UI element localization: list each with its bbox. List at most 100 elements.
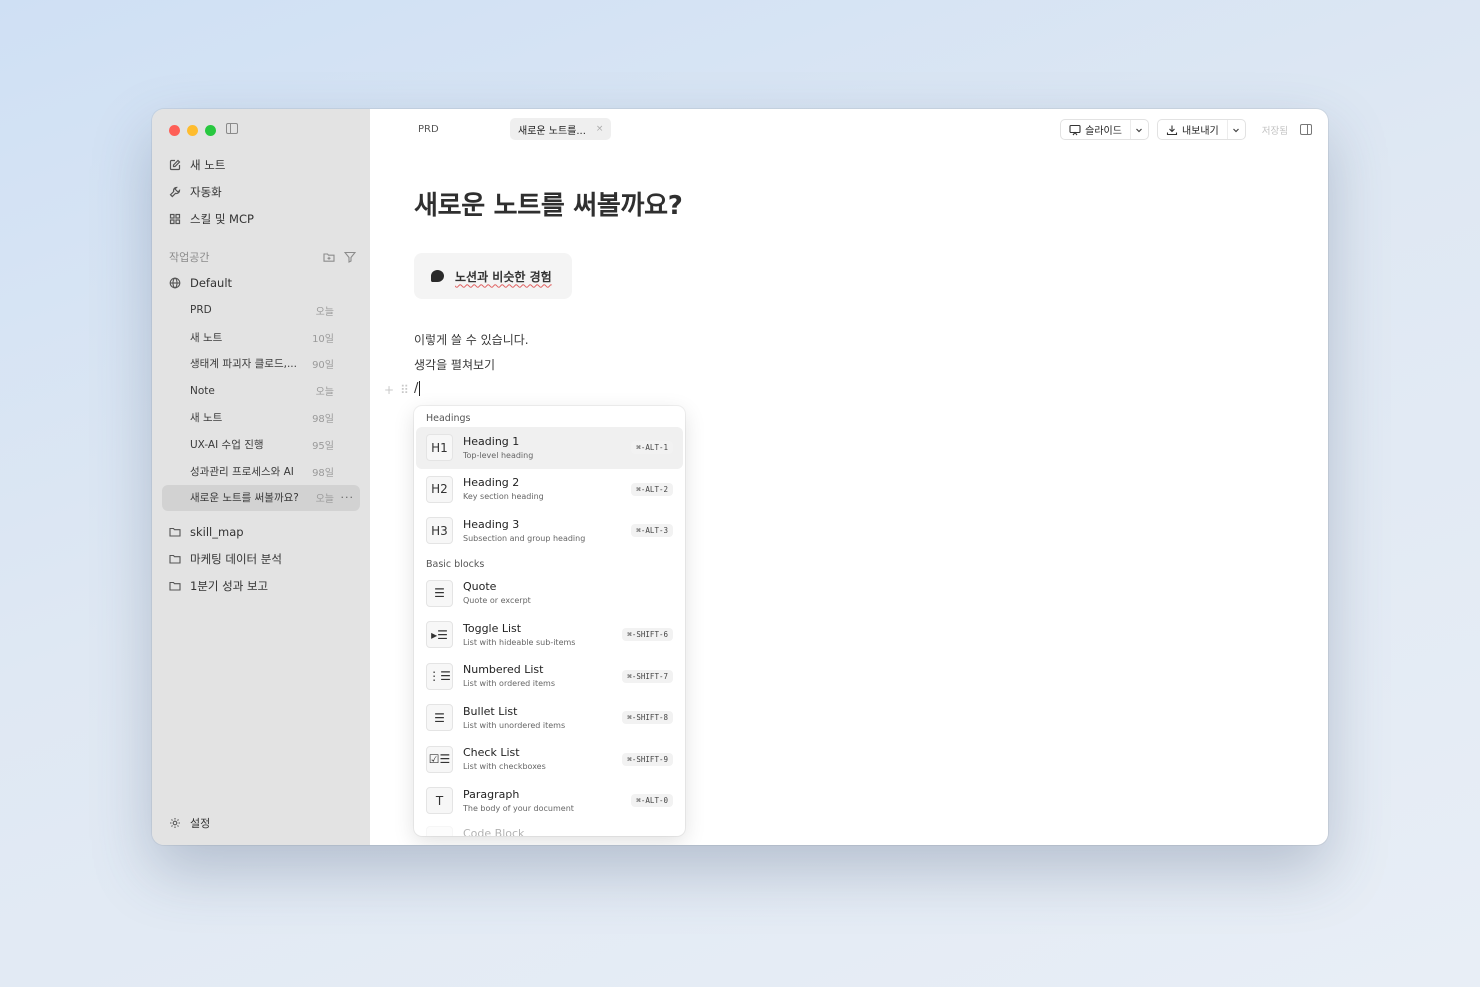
slide-dropdown-chevron-icon[interactable] [1129,120,1148,139]
menu-item-subtitle: Key section heading [463,492,544,502]
doc-title: PRD [190,304,212,317]
tab-bar: PRD 새로운 노트를... × [410,118,612,140]
download-icon [1166,124,1178,136]
menu-item-title: Bullet List [463,704,518,718]
doc-item[interactable]: 새 노트 98일 [162,404,360,431]
drag-handle-icon[interactable]: ⠿ [400,383,409,397]
menu-item-subtitle: Top-level heading [463,450,534,460]
slide-button[interactable]: 슬라이드 [1061,120,1130,139]
menu-item-bullet-list[interactable]: ☰ Bullet List List with unordered items ⌘… [416,697,683,739]
editor-area: PRD 새로운 노트를... × 슬라이드 내보내기 저장됨 새로운 노트를 써… [370,109,1328,845]
add-block-icon[interactable]: + [384,383,394,397]
folder-icon [169,526,181,538]
window-controls [169,125,216,136]
menu-item-check-list[interactable]: ☑☰ Check List List with checkboxes ⌘-SHIF… [416,739,683,781]
workspace-default[interactable]: Default [162,270,360,297]
folder-label: skill_map [190,525,244,540]
menu-item-subtitle: List with hideable sub-items [463,637,576,647]
sidebar-toggle-icon[interactable] [226,123,238,134]
callout-block[interactable]: 노션과 비슷한 경험 [414,253,572,299]
export-button[interactable]: 내보내기 [1158,120,1227,139]
menu-item-title: Heading 2 [463,476,520,490]
sidebar-item-automation[interactable]: 자동화 [162,179,360,206]
slide-button-group: 슬라이드 [1060,119,1149,140]
close-tab-icon[interactable]: × [596,124,604,134]
menu-item-toggle-list[interactable]: ▸☰ Toggle List List with hideable sub-ite… [416,614,683,656]
sidebar-item-new-note[interactable]: 새 노트 [162,152,360,179]
sidebar-item-label: 자동화 [190,185,222,200]
menu-item-paragraph[interactable]: T Paragraph The body of your document ⌘-A… [416,780,683,822]
export-label: 내보내기 [1181,126,1219,137]
doc-item[interactable]: Note 오늘 [162,377,360,404]
numbered-list-icon: ⋮☰ [426,662,453,690]
sidebar: 새 노트 자동화 스킬 및 MCP 작업공간 Default PRD 오늘 새 … [152,109,370,845]
doc-item[interactable]: UX-AI 수업 진행 95일 [162,431,360,458]
bullet-list-icon: ☰ [426,704,453,732]
tab-current-note[interactable]: 새로운 노트를... × [510,118,612,140]
doc-title: 새 노트 [190,331,223,344]
menu-item-title: Heading 1 [463,434,520,448]
heading-1-icon: H1 [426,434,453,462]
paragraph-line[interactable]: 생각을 펼쳐보기 [414,356,495,373]
menu-item-numbered-list[interactable]: ⋮☰ Numbered List List with ordered items … [416,656,683,698]
menu-item-heading-1[interactable]: H1 Heading 1 Top-level heading ⌘-ALT-1 [416,427,683,469]
folder-item[interactable]: 마케팅 데이터 분석 [162,546,360,573]
maximize-window-button[interactable] [205,125,216,136]
speech-bubble-icon [431,270,444,282]
doc-title: UX-AI 수업 진행 [190,438,264,451]
right-panel-toggle-icon[interactable] [1300,124,1312,135]
menu-section-basic: Basic blocks [426,558,485,570]
filter-icon[interactable] [344,251,356,263]
export-button-group: 내보내기 [1156,119,1246,140]
menu-item-title: Code Block [463,826,525,837]
paragraph-line[interactable]: 이렇게 쓸 수 있습니다. [414,331,529,348]
code-block-icon [426,825,453,836]
more-options-icon[interactable]: ··· [341,491,355,504]
doc-title: Note [190,384,215,397]
menu-item-title: Paragraph [463,787,520,801]
page-title[interactable]: 새로운 노트를 써볼까요? [414,185,683,222]
shortcut-badge: ⌘-SHIFT-6 [622,628,673,642]
menu-item-quote[interactable]: ☰ Quote Quote or excerpt [416,573,683,615]
app-window: 새 노트 자동화 스킬 및 MCP 작업공간 Default PRD 오늘 새 … [152,109,1328,845]
doc-date: 98일 [312,467,334,479]
folder-item[interactable]: 1분기 성과 보고 [162,572,360,599]
menu-item-heading-3[interactable]: H3 Heading 3 Subsection and group heading… [416,510,683,552]
folder-icon [169,580,181,592]
workspace-section-header: 작업공간 [169,249,356,265]
settings-button[interactable]: 설정 [169,815,210,831]
doc-item-active[interactable]: 새로운 노트를 써볼까요? 오늘 ··· [162,484,360,512]
new-folder-icon[interactable] [323,251,335,263]
folder-label: 마케팅 데이터 분석 [190,552,282,567]
doc-item[interactable]: 새 노트 10일 [162,324,360,351]
shortcut-badge: ⌘-SHIFT-8 [622,711,673,725]
tab-label: 새로운 노트를... [518,125,586,137]
doc-item[interactable]: 성과관리 프로세스와 AI 98일 [162,458,360,485]
doc-date: 오늘 [315,494,334,506]
close-window-button[interactable] [169,125,180,136]
shortcut-badge: ⌘-ALT-3 [631,524,673,538]
menu-item-code-block[interactable]: Code Block [416,822,683,837]
minimize-window-button[interactable] [187,125,198,136]
menu-item-subtitle: The body of your document [463,803,574,813]
doc-date: 10일 [312,333,334,345]
document-list: PRD 오늘 새 노트 10일 생태계 파괴자 클로드,... 90일 Note 오늘 … [162,297,360,512]
doc-item[interactable]: PRD 오늘 [162,297,360,324]
tab-prd[interactable]: PRD [410,118,510,140]
doc-title: 새 노트 [190,412,223,425]
slash-command-input[interactable]: / [414,381,420,396]
doc-item[interactable]: 생태계 파괴자 클로드,... 90일 [162,351,360,378]
menu-item-subtitle: List with checkboxes [463,762,546,772]
doc-date: 90일 [312,360,334,372]
folder-item[interactable]: skill_map [162,519,360,546]
sidebar-item-label: 새 노트 [190,158,226,173]
callout-text: 노션과 비슷한 경험 [455,269,552,284]
folder-icon [169,553,181,565]
doc-date: 오늘 [315,306,334,318]
tab-label: PRD [418,123,439,135]
sidebar-nav: 새 노트 자동화 스킬 및 MCP [162,152,360,232]
export-dropdown-chevron-icon[interactable] [1226,120,1245,139]
menu-item-title: Toggle List [463,621,522,635]
sidebar-item-skills-mcp[interactable]: 스킬 및 MCP [162,205,360,232]
menu-item-heading-2[interactable]: H2 Heading 2 Key section heading ⌘-ALT-2 [416,469,683,511]
